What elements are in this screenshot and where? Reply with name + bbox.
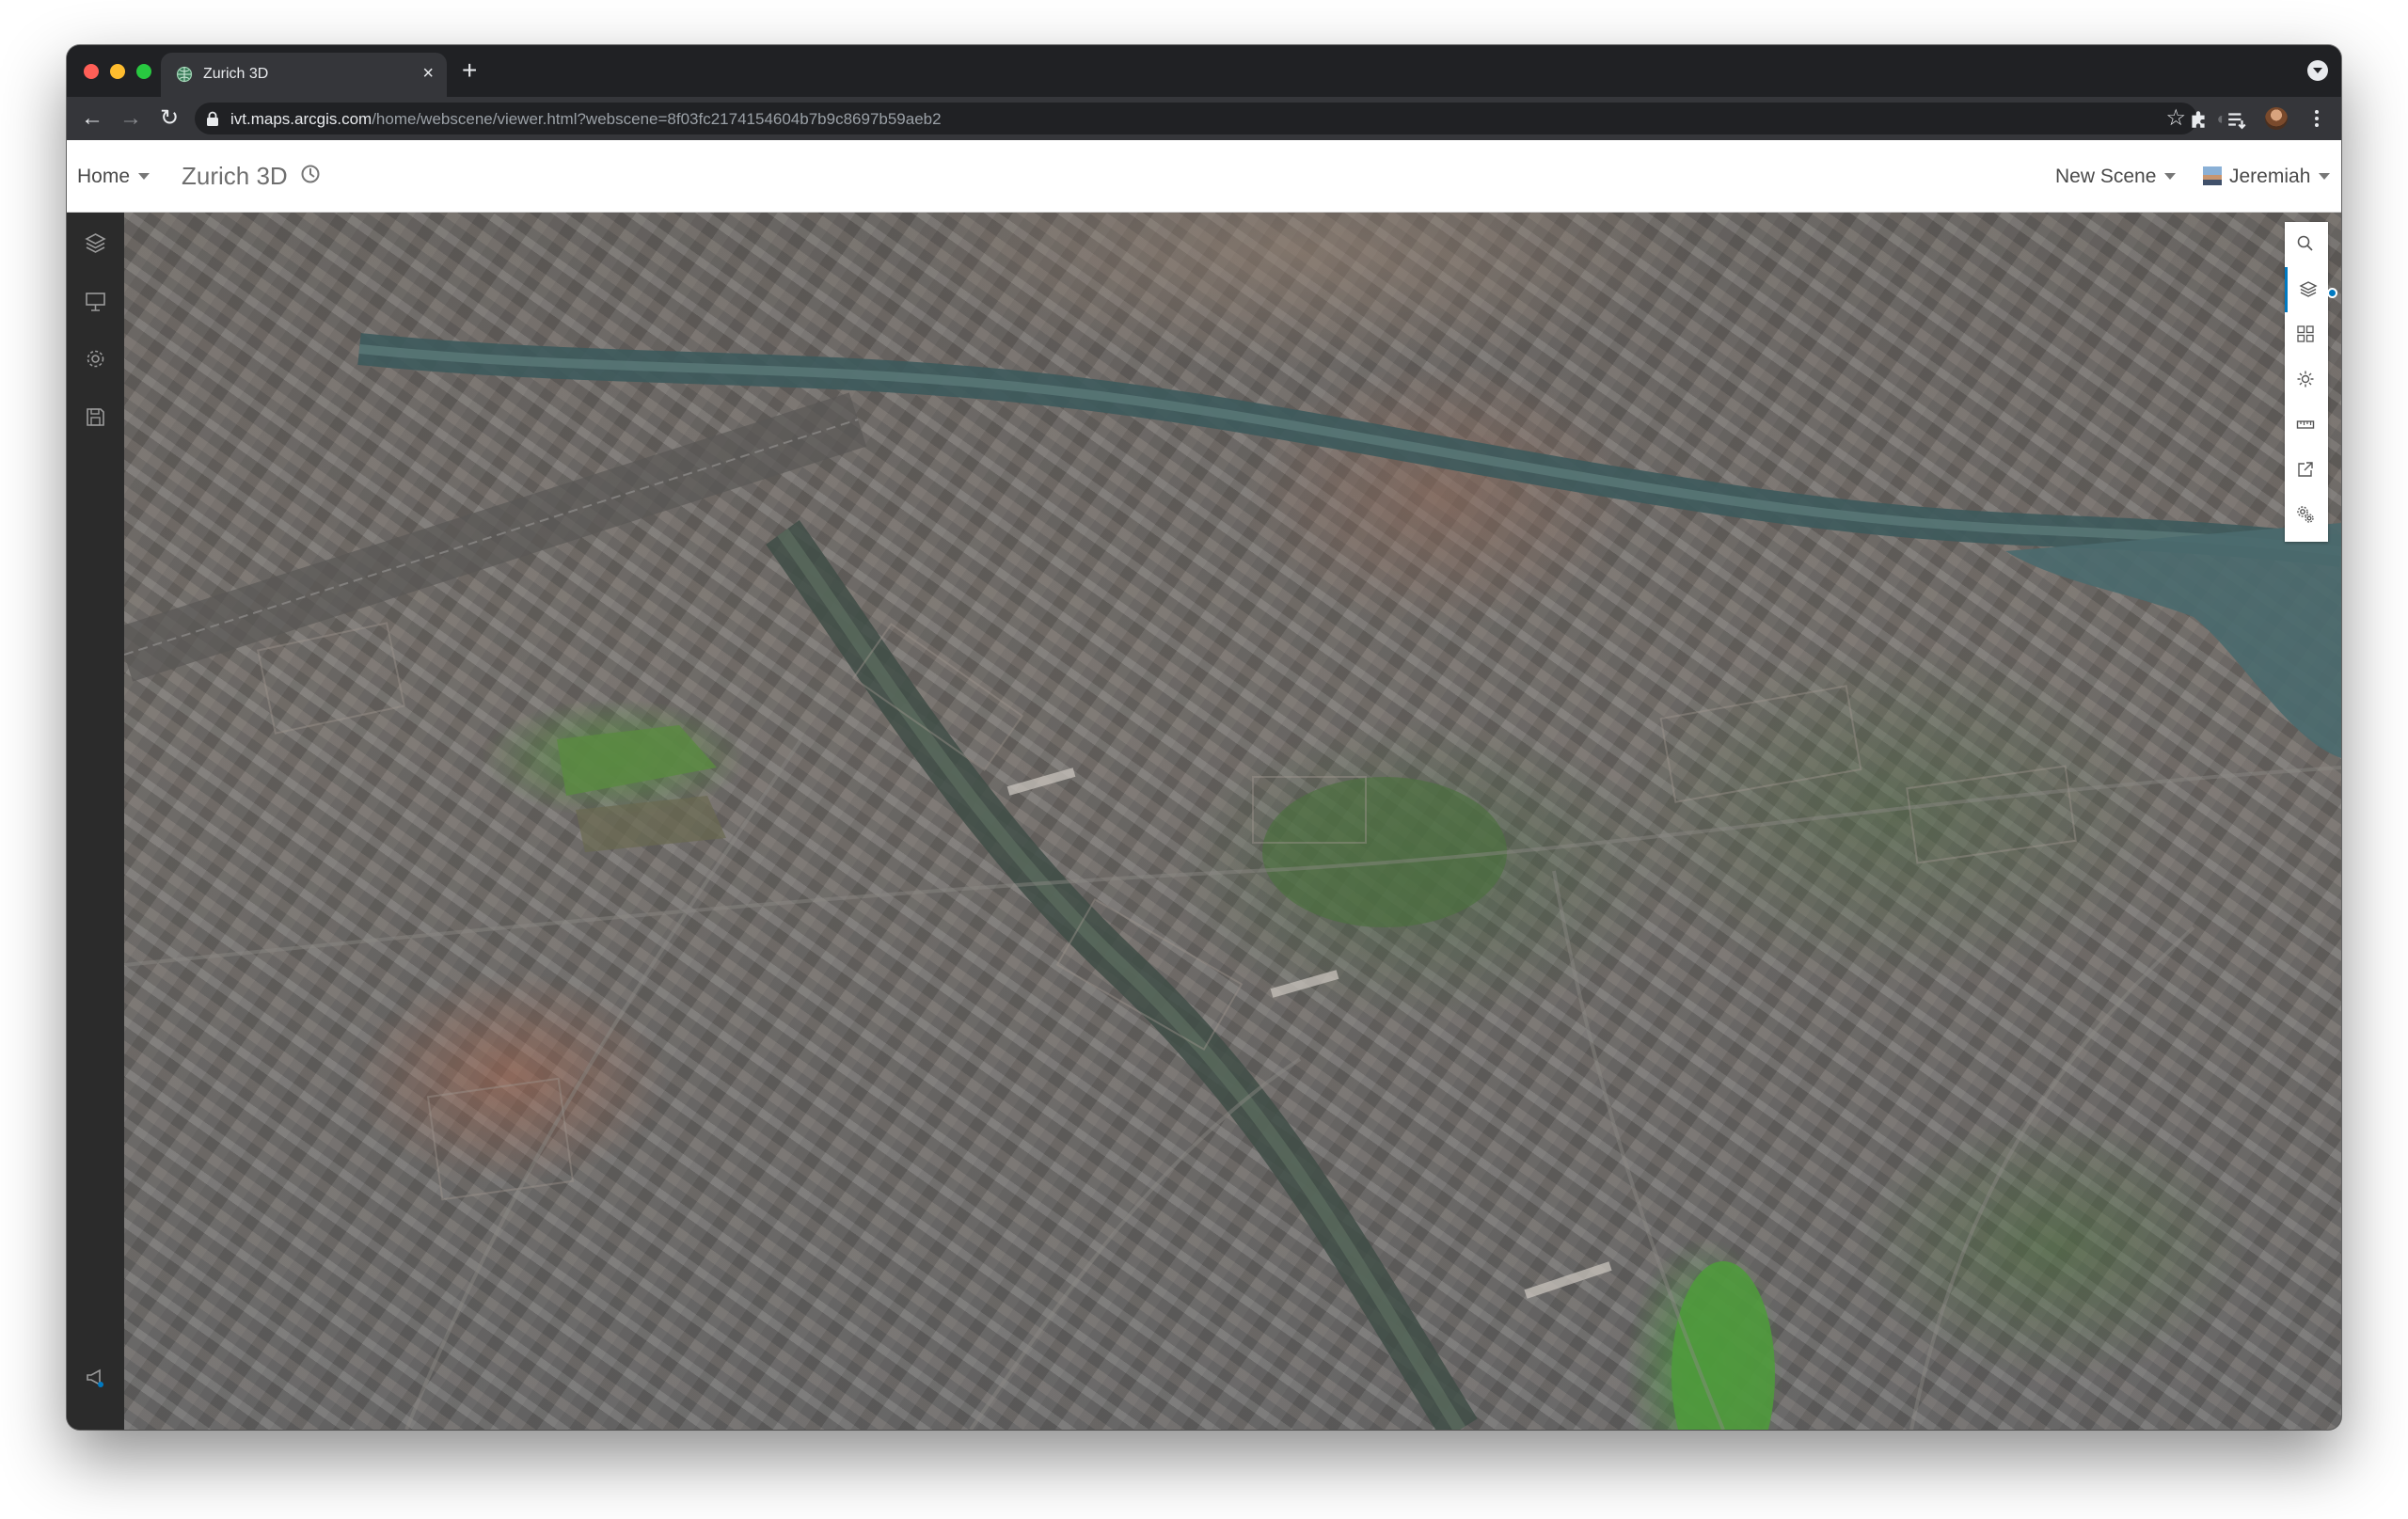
chevron-down-icon [138, 173, 150, 180]
chevron-down-icon [2164, 173, 2177, 180]
kebab-menu-icon[interactable] [2306, 108, 2327, 129]
home-menu[interactable]: Home [77, 166, 150, 188]
tab-title: Zurich 3D [203, 66, 269, 82]
settings-cog-icon [2297, 506, 2314, 523]
measure-icon [2296, 420, 2315, 429]
announcement-icon[interactable] [84, 1366, 107, 1389]
home-label: Home [77, 166, 131, 187]
measure-widget-button[interactable] [2285, 403, 2328, 448]
url-text: ivt.maps.arcgis.com/home/webscene/viewer… [230, 110, 942, 129]
back-arrow-icon[interactable]: ← [78, 104, 106, 133]
url-host: ivt.maps.arcgis.com [230, 110, 372, 128]
scene-view-map[interactable] [124, 213, 2341, 1430]
save-icon[interactable] [84, 405, 107, 429]
close-window-button[interactable] [84, 64, 99, 79]
layers-badge [2327, 288, 2337, 298]
url-path: /home/webscene/viewer.html?webscene=8f03… [372, 110, 942, 128]
layers-icon [2299, 281, 2318, 297]
lock-icon [207, 111, 218, 126]
layers-widget-button[interactable] [2285, 267, 2337, 312]
settings-cog-widget-button[interactable] [2285, 493, 2328, 538]
layers-icon[interactable] [84, 231, 107, 255]
expand-icon[interactable]: » [84, 1429, 107, 1430]
minimize-window-button[interactable] [110, 64, 125, 79]
history-clock-icon[interactable] [300, 164, 321, 184]
bookmark-star-icon[interactable]: ☆ [2165, 105, 2186, 132]
settings-icon[interactable] [84, 347, 107, 371]
address-bar[interactable]: ivt.maps.arcgis.com/home/webscene/viewer… [195, 103, 2197, 134]
globe-icon [176, 66, 193, 83]
widget-toolbar [2285, 222, 2337, 542]
basemap-gallery-button[interactable] [2285, 312, 2328, 357]
new-scene-menu[interactable]: New Scene [2055, 166, 2177, 188]
chevron-down-icon [2319, 173, 2331, 180]
daylight-icon [2297, 371, 2314, 388]
tab-search-icon[interactable] [2307, 60, 2328, 81]
aerial-mesh [124, 333, 2341, 1430]
maximize-window-button[interactable] [136, 64, 151, 79]
new-tab-button[interactable]: + [462, 56, 477, 85]
browser-window: Zurich 3D × + ← → ↻ ivt.maps.arcgis.com/… [67, 45, 2341, 1430]
slides-icon[interactable] [84, 290, 107, 313]
scene-title: Zurich 3D [182, 162, 288, 190]
reload-icon[interactable]: ↻ [155, 104, 183, 133]
tab-strip: Zurich 3D × + [67, 45, 2341, 97]
search-icon [2297, 235, 2313, 251]
share-widget-button[interactable] [2285, 448, 2328, 493]
profile-avatar[interactable] [2265, 107, 2288, 130]
user-name: Jeremiah [2229, 166, 2311, 187]
forward-arrow-icon[interactable]: → [117, 104, 145, 133]
browser-toolbar: ← → ↻ ivt.maps.arcgis.com/home/webscene/… [67, 97, 2341, 140]
left-panel-rail: » [67, 213, 124, 1430]
share-icon [2298, 462, 2313, 477]
user-menu[interactable]: Jeremiah [2203, 166, 2331, 188]
puzzle-icon[interactable] [2188, 109, 2209, 130]
new-scene-label: New Scene [2055, 166, 2157, 187]
app-header: Home Zurich 3D New Scene Jeremiah [67, 140, 2341, 213]
reading-list-icon[interactable] [2226, 109, 2247, 130]
close-tab-icon[interactable]: × [422, 62, 434, 85]
user-avatar [2203, 166, 2222, 185]
browser-tab[interactable]: Zurich 3D × [161, 53, 447, 97]
basemap-gallery-icon [2297, 325, 2314, 342]
daylight-widget-button[interactable] [2285, 357, 2328, 403]
search-widget-button[interactable] [2285, 222, 2328, 267]
